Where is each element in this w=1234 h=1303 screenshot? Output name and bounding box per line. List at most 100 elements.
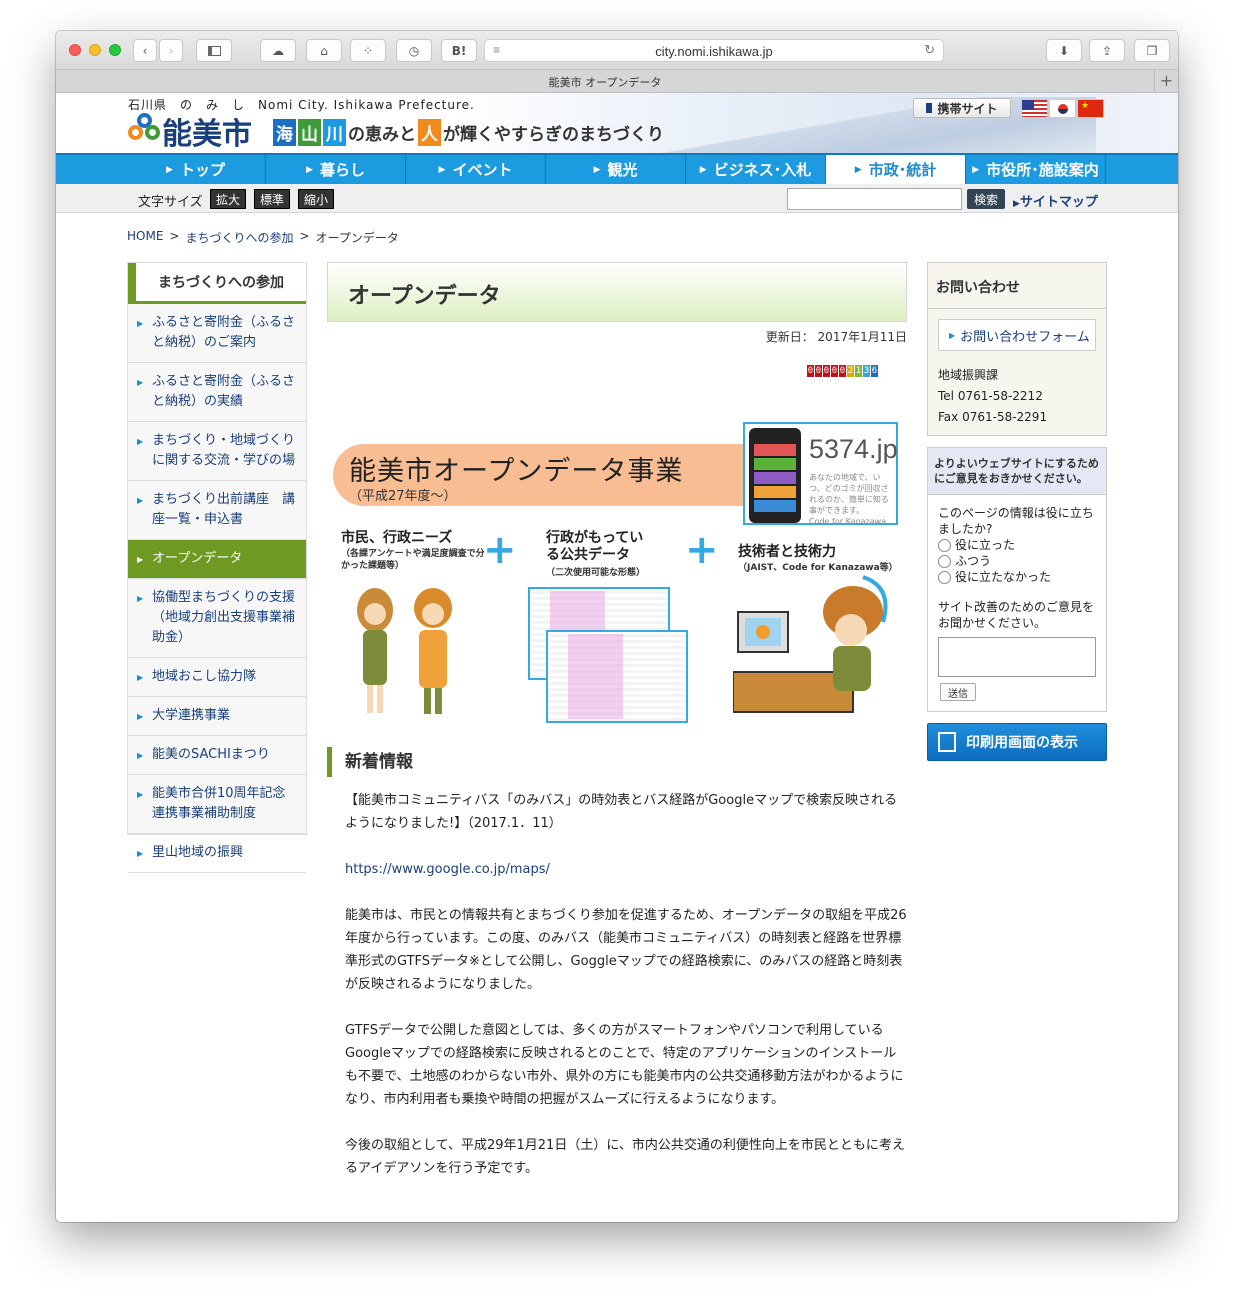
sidebar-item-label: 大学連携事業 bbox=[152, 708, 231, 723]
left-sidebar: まちづくりへの参加 ▶ ふるさと寄附金（ふるさと納税）のご案内 ▶ ふるさと寄附金（… bbox=[127, 262, 307, 873]
breadcrumb-home[interactable]: HOME bbox=[127, 229, 163, 246]
sidebar-item-satoyama[interactable]: ▶ 里山地域の振興 bbox=[128, 834, 306, 873]
sidebar-item-university-collaboration[interactable]: ▶ 大学連携事業 bbox=[128, 697, 306, 736]
search-button[interactable]: 検索 bbox=[967, 189, 1005, 209]
chinese-flag-icon[interactable]: ★ bbox=[1077, 99, 1104, 118]
sidebar-item-collaboration-support[interactable]: ▶ 協働型まちづくりの支援（地域力創出支援事業補助金） bbox=[128, 579, 306, 658]
forward-button[interactable]: › bbox=[159, 39, 183, 62]
breadcrumb-participation[interactable]: まちづくりへの参加 bbox=[185, 229, 293, 246]
sidebar-item-community-learning[interactable]: ▶ まちづくり・地域づくりに関する交流・学びの場 bbox=[128, 422, 306, 481]
home-button[interactable]: ⌂ bbox=[306, 39, 342, 62]
hatena-bookmark-button[interactable]: B! bbox=[441, 39, 477, 62]
main-content: オープンデータ 更新日： 2017年1月11日 0 0 0 0 0 2 1 3 … bbox=[327, 262, 907, 1176]
browser-toolbar: ‹ › ☁ ⌂ ⁘ ◷ B! ≡ city.nomi.ishikawa.jp ↻… bbox=[56, 31, 1178, 70]
nav-city-government[interactable]: ▶ 市政･統計 bbox=[826, 155, 966, 184]
share-button[interactable]: ⇪ bbox=[1089, 39, 1125, 62]
nav-living[interactable]: ▶ 暮らし bbox=[266, 155, 406, 184]
counter-digit: 1 bbox=[855, 365, 862, 377]
tagline-person: 人 bbox=[418, 119, 441, 146]
updated-date: 更新日： 2017年1月11日 bbox=[765, 330, 907, 344]
nav-city-office[interactable]: ▶ 市役所･施設案内 bbox=[966, 155, 1106, 184]
arrow-icon: ▶ bbox=[306, 164, 313, 175]
sidebar-item-hometown-tax-guide[interactable]: ▶ ふるさと寄附金（ふるさと納税）のご案内 bbox=[128, 304, 306, 363]
arrow-icon: ▶ bbox=[699, 164, 707, 175]
minimize-window-button[interactable] bbox=[89, 44, 101, 56]
department-name: 地域振興課 bbox=[938, 368, 999, 382]
send-button[interactable]: 送信 bbox=[940, 683, 976, 701]
radio-button[interactable] bbox=[938, 538, 951, 552]
google-maps-link[interactable]: https://www.google.co.jp/maps/ bbox=[345, 862, 550, 877]
sitemap-link[interactable]: ▶サイトマップ bbox=[1013, 191, 1098, 210]
share-icon: ⇪ bbox=[1101, 43, 1113, 58]
spreadsheet-illustration bbox=[546, 630, 688, 723]
banner-col2-heading: 行政がもっている公共データ bbox=[546, 530, 644, 563]
sidebar-item-revitalization-corps[interactable]: ▶ 地域おこし協力隊 bbox=[128, 658, 306, 697]
arrow-icon: ▶ bbox=[593, 164, 601, 175]
document-icon bbox=[938, 732, 956, 752]
nav-events[interactable]: ▶ イベント bbox=[406, 155, 546, 184]
banner-subtitle: （平成27年度～） bbox=[349, 489, 457, 504]
clock-icon: ◷ bbox=[408, 43, 420, 58]
city-logo-icon[interactable] bbox=[128, 113, 160, 145]
app-footer: Code for Kanazawa bbox=[809, 517, 887, 526]
news-body: 【能美市コミュニティバス「のみバス」の時効表とバス経路がGoogleマップで検索… bbox=[327, 789, 907, 1180]
feedback-heading: よりよいウェブサイトにするためにご意見をおきかせください。 bbox=[928, 448, 1106, 495]
nav-top[interactable]: ▶ トップ bbox=[126, 155, 266, 184]
news-paragraph: 能美市は、市民との情報共有とまちづくり参加を促進するため、オープンデータの取組を… bbox=[345, 908, 907, 992]
sidebar-item-hometown-tax-results[interactable]: ▶ ふるさと寄附金（ふるさと納税）の実績 bbox=[128, 363, 306, 422]
history-button[interactable]: ◷ bbox=[396, 39, 432, 62]
english-flag-icon[interactable] bbox=[1021, 99, 1048, 118]
contact-form-link[interactable]: ▶ お問い合わせフォーム bbox=[938, 319, 1096, 351]
font-smaller-button[interactable]: 縮小 bbox=[298, 189, 334, 209]
nav-tourism[interactable]: ▶ 観光 bbox=[546, 155, 686, 184]
option-neutral[interactable]: ふつう bbox=[928, 553, 1106, 569]
downloads-button[interactable]: ⬇ bbox=[1046, 39, 1082, 62]
mobile-site-button[interactable]: 携帯サイト bbox=[913, 98, 1011, 118]
plus-icon: + bbox=[483, 527, 517, 573]
sidebar-item-open-data[interactable]: ▶ オープンデータ bbox=[128, 540, 306, 579]
new-tab-button[interactable]: + bbox=[1154, 70, 1178, 92]
maximize-window-button[interactable] bbox=[109, 44, 121, 56]
reload-icon[interactable]: ↻ bbox=[924, 42, 935, 58]
arrow-icon: ▶ bbox=[438, 164, 446, 175]
site-search-input[interactable] bbox=[787, 188, 962, 210]
back-button[interactable]: ‹ bbox=[133, 39, 157, 62]
radio-button[interactable] bbox=[938, 554, 951, 568]
top-sites-button[interactable]: ⁘ bbox=[350, 39, 386, 62]
sidebar-item-label: まちづくり・地域づくりに関する交流・学びの場 bbox=[152, 433, 296, 468]
nav-business[interactable]: ▶ ビジネス･入札 bbox=[686, 155, 826, 184]
tabs-overview-button[interactable]: ❐ bbox=[1134, 39, 1170, 62]
tab-title[interactable]: 能美市 オープンデータ bbox=[56, 74, 1154, 90]
option-label: 役に立たなかった bbox=[955, 570, 1052, 584]
tagline-river: 川 bbox=[323, 119, 346, 146]
arrow-icon: ▶ bbox=[854, 164, 862, 175]
sidebar-toggle-button[interactable] bbox=[196, 39, 232, 62]
arrow-icon: ▶ bbox=[137, 437, 144, 446]
sidebar-item-label: まちづくり出前講座 講座一覧・申込書 bbox=[152, 492, 296, 527]
city-name-logo[interactable]: 能美市 bbox=[162, 109, 252, 153]
news-heading: 新着情報 bbox=[327, 747, 907, 777]
option-not-helpful[interactable]: 役に立たなかった bbox=[928, 569, 1106, 585]
icloud-tabs-button[interactable]: ☁ bbox=[260, 39, 296, 62]
font-normal-button[interactable]: 標準 bbox=[254, 189, 290, 209]
address-bar[interactable]: ≡ city.nomi.ishikawa.jp ↻ bbox=[484, 39, 944, 62]
tagline-sea: 海 bbox=[273, 119, 296, 146]
tab-bar: 能美市 オープンデータ + bbox=[56, 70, 1178, 93]
sidebar-item-sachi-festival[interactable]: ▶ 能美のSACHIまつり bbox=[128, 736, 306, 775]
arrow-icon: ▶ bbox=[137, 319, 144, 328]
font-size-label: 文字サイズ bbox=[138, 195, 203, 210]
sitemap-label: サイトマップ bbox=[1019, 195, 1098, 210]
sidebar-item-merger-anniversary[interactable]: ▶ 能美市合併10周年記念連携事業補助制度 bbox=[128, 775, 306, 834]
korean-flag-icon[interactable] bbox=[1049, 99, 1076, 118]
radio-button[interactable] bbox=[938, 570, 951, 584]
font-larger-button[interactable]: 拡大 bbox=[210, 189, 246, 209]
close-window-button[interactable] bbox=[69, 44, 81, 56]
print-view-button[interactable]: 印刷用画面の表示 bbox=[927, 723, 1107, 761]
grid-icon: ⁘ bbox=[362, 43, 374, 58]
smartphone-icon bbox=[749, 428, 801, 523]
sidebar-icon bbox=[207, 45, 221, 56]
fax: Fax 0761-58-2291 bbox=[938, 410, 1048, 424]
option-helpful[interactable]: 役に立った bbox=[928, 537, 1106, 553]
opinion-textarea[interactable] bbox=[938, 637, 1096, 677]
sidebar-item-lecture-list[interactable]: ▶ まちづくり出前講座 講座一覧・申込書 bbox=[128, 481, 306, 540]
